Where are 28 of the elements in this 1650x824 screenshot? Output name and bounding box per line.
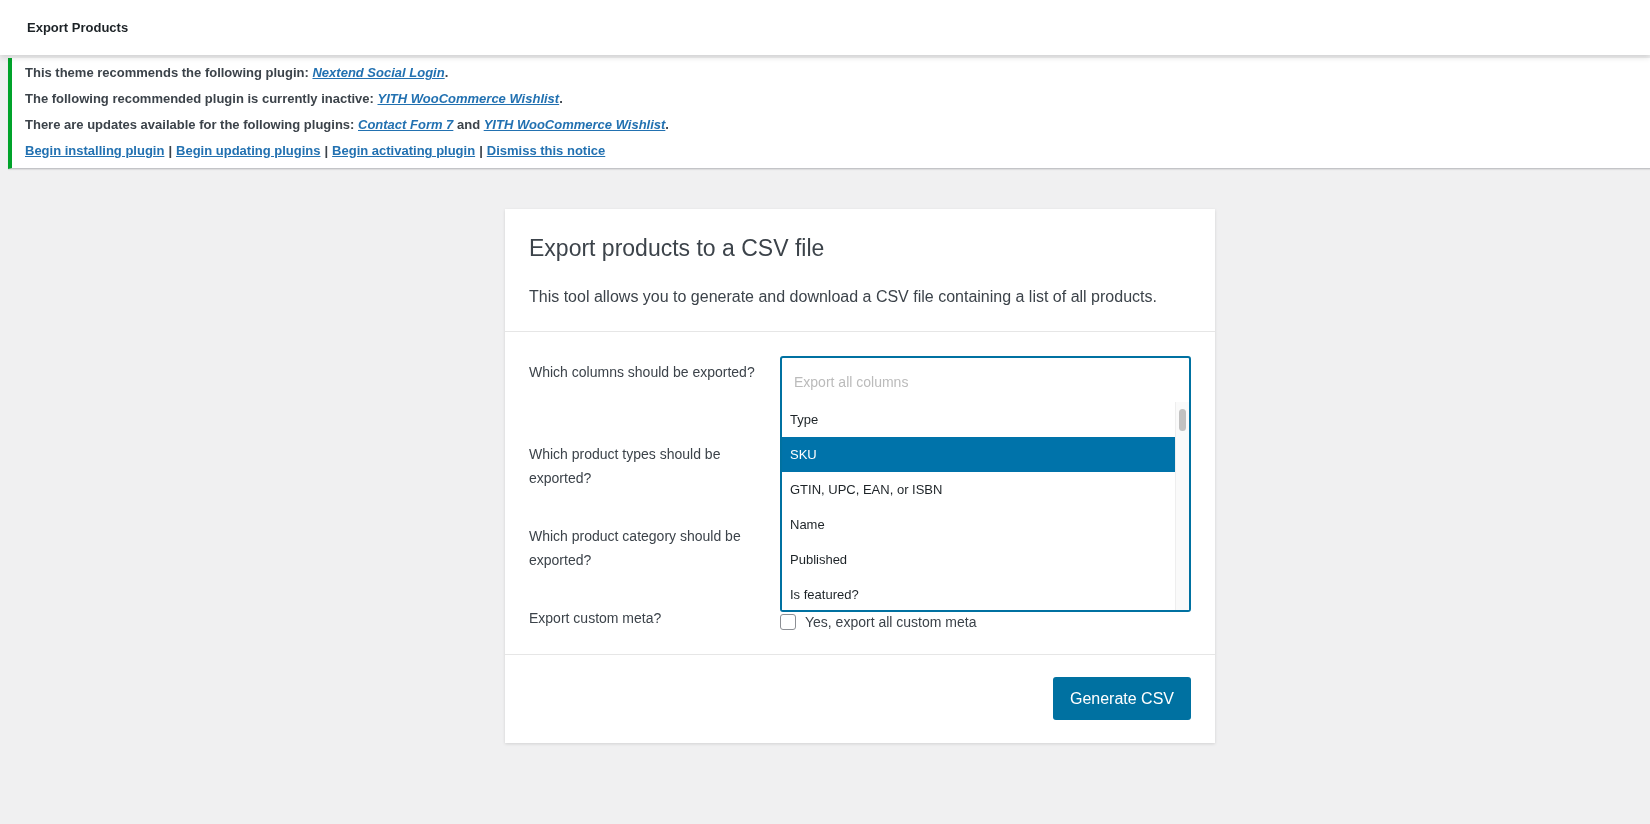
scrollbar[interactable] [1175, 402, 1189, 610]
separator: | [168, 142, 173, 160]
columns-dropdown[interactable]: Export all columns Type SKU GTIN, UPC, EAN, or ISBN Name Published Is featured? [780, 356, 1191, 612]
notice-action-link[interactable]: Dismiss this notice [486, 142, 606, 160]
notice-action-link[interactable]: Begin activating plugin [332, 142, 476, 160]
notice-action-link[interactable]: Begin installing plugin [25, 142, 165, 160]
dropdown-option[interactable]: SKU [782, 437, 1175, 472]
checkbox-label: Yes, export all custom meta [805, 614, 977, 630]
separator: | [479, 142, 483, 160]
field-label: Which product types should be exported? [529, 445, 722, 488]
plugin-link[interactable]: YITH WooCommerce Wishlist [483, 117, 666, 132]
card-title: Export products to a CSV file [529, 234, 826, 263]
notice-text: The following recommended plugin is currently inactive: YITH WooCommerce Wishlist. [25, 90, 564, 108]
plugin-link[interactable]: Nextend Social Login [312, 65, 445, 80]
field-label: Which columns should be exported? [529, 363, 756, 382]
page-title: Export Products [27, 20, 129, 35]
plugin-link[interactable]: YITH WooCommerce Wishlist [377, 91, 560, 106]
notice-text: This theme recommends the following plugin: Nextend Social Login. [25, 64, 450, 82]
search-field[interactable]: Export all columns [782, 358, 1189, 402]
notice-text: There are updates available for the following plugins: Contact Form 7 and YITH WooCommerce Wishlist. [25, 116, 670, 134]
field-label: Export custom meta? [529, 609, 663, 628]
checkbox[interactable] [780, 614, 796, 630]
notice-action-link[interactable]: Begin updating plugins [176, 142, 321, 160]
card-description: This tool allows you to generate and download a CSV file containing a list of all products. [529, 287, 1158, 307]
generate-csv-button[interactable]: Generate CSV [1052, 677, 1191, 720]
field-label: Which product category should be exported? [529, 527, 742, 570]
plugin-link[interactable]: Contact Form 7 [358, 117, 454, 132]
separator: | [324, 142, 329, 160]
